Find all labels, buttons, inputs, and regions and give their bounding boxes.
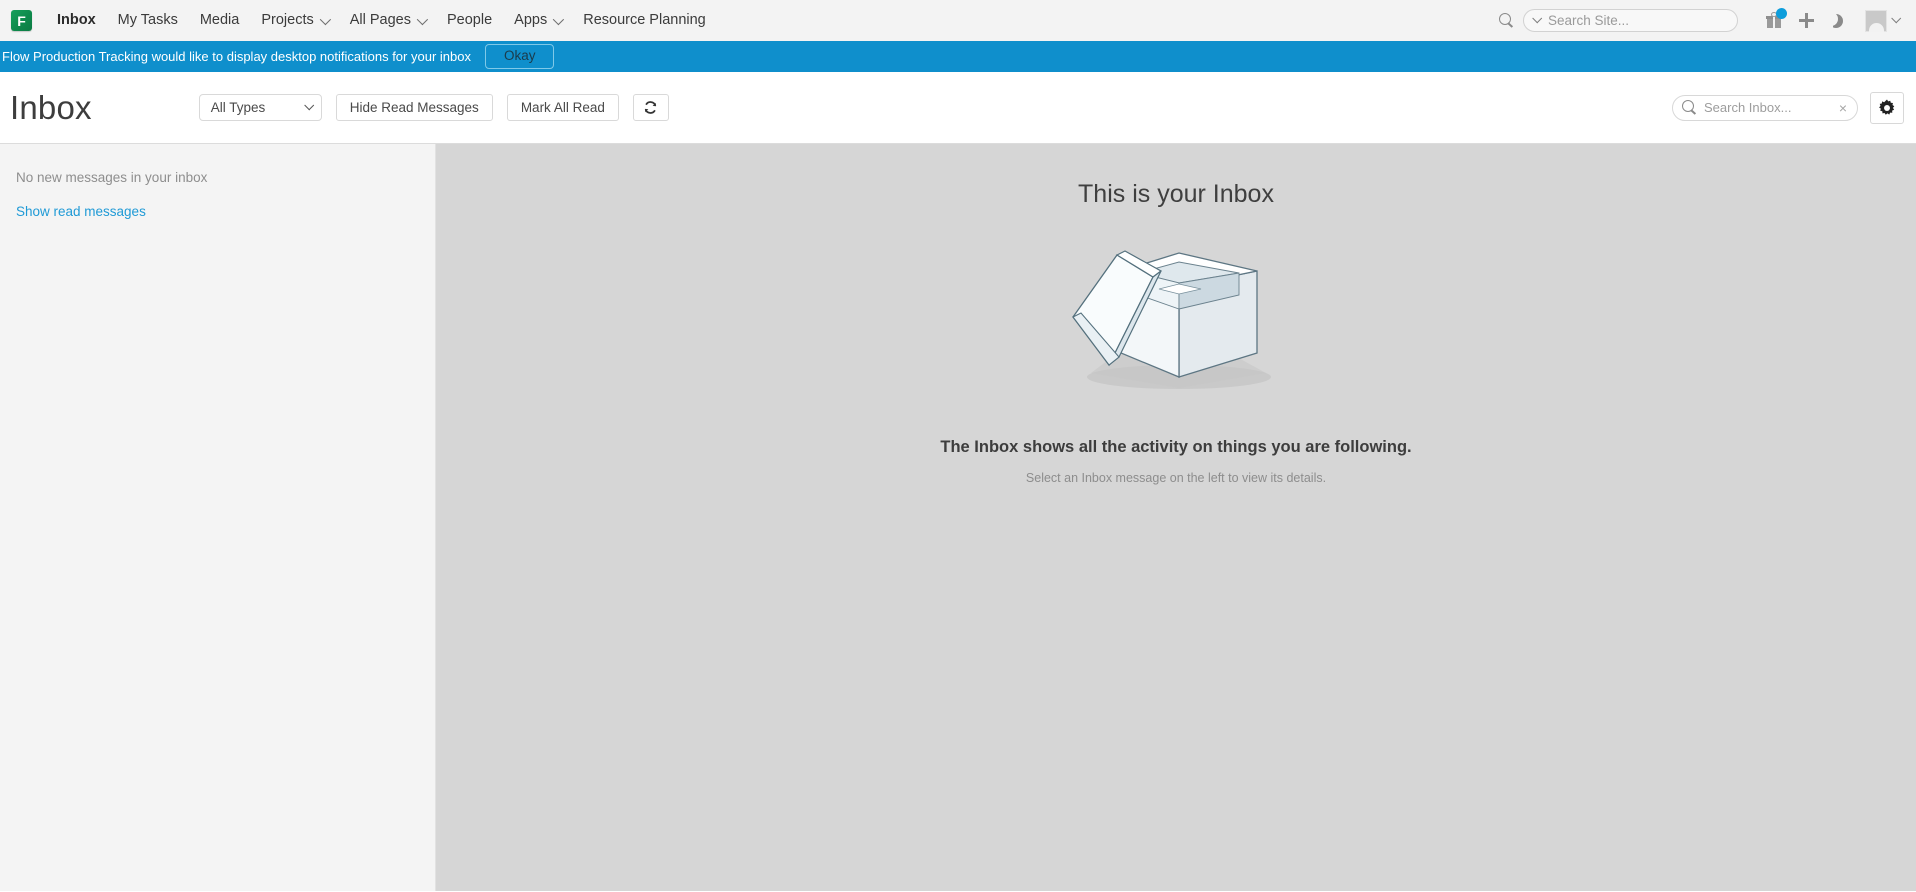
nav-item-label: My Tasks	[117, 12, 178, 28]
site-search-placeholder: Search Site...	[1548, 13, 1630, 28]
inbox-toolbar: Inbox All Types Hide Read Messages Mark …	[0, 72, 1916, 144]
site-search-group: Search Site...	[1499, 9, 1738, 32]
search-icon	[1682, 100, 1697, 115]
inbox-empty-heading: This is your Inbox	[1078, 180, 1274, 208]
notification-badge	[1776, 8, 1787, 19]
toolbar-right-cluster: Search Inbox... ×	[1672, 91, 1904, 124]
avatar	[1865, 9, 1887, 32]
search-icon[interactable]	[1499, 13, 1514, 28]
banner-okay-button[interactable]: Okay	[484, 44, 555, 69]
dark-mode-toggle[interactable]	[1824, 5, 1855, 36]
inbox-message-list: No new messages in your inbox Show read …	[0, 144, 436, 891]
gift-button[interactable]	[1758, 5, 1789, 36]
app-logo[interactable]: F	[11, 10, 32, 31]
nav-item-label: Media	[199, 12, 240, 28]
chevron-down-icon	[552, 13, 565, 25]
type-filter-select[interactable]: All Types	[198, 94, 322, 121]
chevron-down-icon	[1891, 13, 1902, 24]
inbox-description: The Inbox shows all the activity on thin…	[940, 438, 1412, 456]
chevron-down-icon[interactable]	[1532, 13, 1543, 24]
inbox-search-placeholder: Search Inbox...	[1704, 100, 1792, 115]
nav-item-label: Apps	[514, 12, 548, 28]
banner-message: Flow Production Tracking would like to d…	[2, 49, 471, 64]
nav-item-label: All Pages	[349, 12, 411, 28]
moon-icon	[1832, 13, 1847, 28]
desktop-notification-banner: Flow Production Tracking would like to d…	[0, 41, 1916, 72]
nav-item-label: People	[447, 12, 493, 28]
nav-item-people[interactable]: People	[436, 0, 503, 41]
user-menu[interactable]	[1857, 9, 1904, 32]
inbox-hint: Select an Inbox message on the left to v…	[1025, 471, 1327, 485]
add-button[interactable]	[1791, 5, 1822, 36]
page-title: Inbox	[10, 88, 92, 126]
open-empty-box-illustration	[1061, 225, 1291, 400]
gear-icon	[1879, 99, 1895, 115]
inbox-detail-pane: This is your Inbox The Inbox shows all t…	[436, 144, 1916, 891]
inbox-content: No new messages in your inbox Show read …	[0, 144, 1916, 891]
nav-item-label: Resource Planning	[583, 12, 706, 28]
nav-item-inbox[interactable]: Inbox	[46, 0, 107, 41]
nav-item-media[interactable]: Media	[189, 0, 251, 41]
nav-item-apps[interactable]: Apps	[503, 0, 572, 41]
nav-item-label: Projects	[261, 12, 314, 28]
hide-read-messages-button[interactable]: Hide Read Messages	[335, 94, 493, 121]
top-navigation-bar: F Inbox My Tasks Media Projects All Pages Peo…	[0, 0, 1916, 41]
mark-all-read-button[interactable]: Mark All Read	[506, 94, 619, 121]
chevron-down-icon	[303, 100, 314, 111]
site-search-input[interactable]: Search Site...	[1523, 9, 1738, 32]
type-filter-value: All Types	[210, 100, 266, 115]
clear-search-icon[interactable]: ×	[1839, 101, 1847, 115]
nav-items: Inbox My Tasks Media Projects All Pages Peopl…	[46, 0, 717, 41]
show-read-messages-link[interactable]: Show read messages	[16, 204, 146, 219]
nav-item-all-pages[interactable]: All Pages	[339, 0, 436, 41]
inbox-search-input[interactable]: Search Inbox... ×	[1672, 94, 1858, 121]
nav-right-cluster: Search Site...	[1499, 5, 1908, 36]
nav-item-resource-planning[interactable]: Resource Planning	[572, 0, 717, 41]
nav-item-my-tasks[interactable]: My Tasks	[107, 0, 189, 41]
settings-button[interactable]	[1870, 91, 1904, 124]
nav-item-label: Inbox	[57, 12, 96, 28]
plus-icon	[1799, 13, 1814, 28]
refresh-icon	[645, 101, 657, 114]
app-logo-letter: F	[17, 12, 26, 29]
nav-item-projects[interactable]: Projects	[250, 0, 338, 41]
chevron-down-icon	[319, 13, 331, 25]
refresh-button[interactable]	[632, 94, 669, 121]
chevron-down-icon	[416, 13, 429, 25]
empty-inbox-message: No new messages in your inbox	[16, 170, 208, 185]
